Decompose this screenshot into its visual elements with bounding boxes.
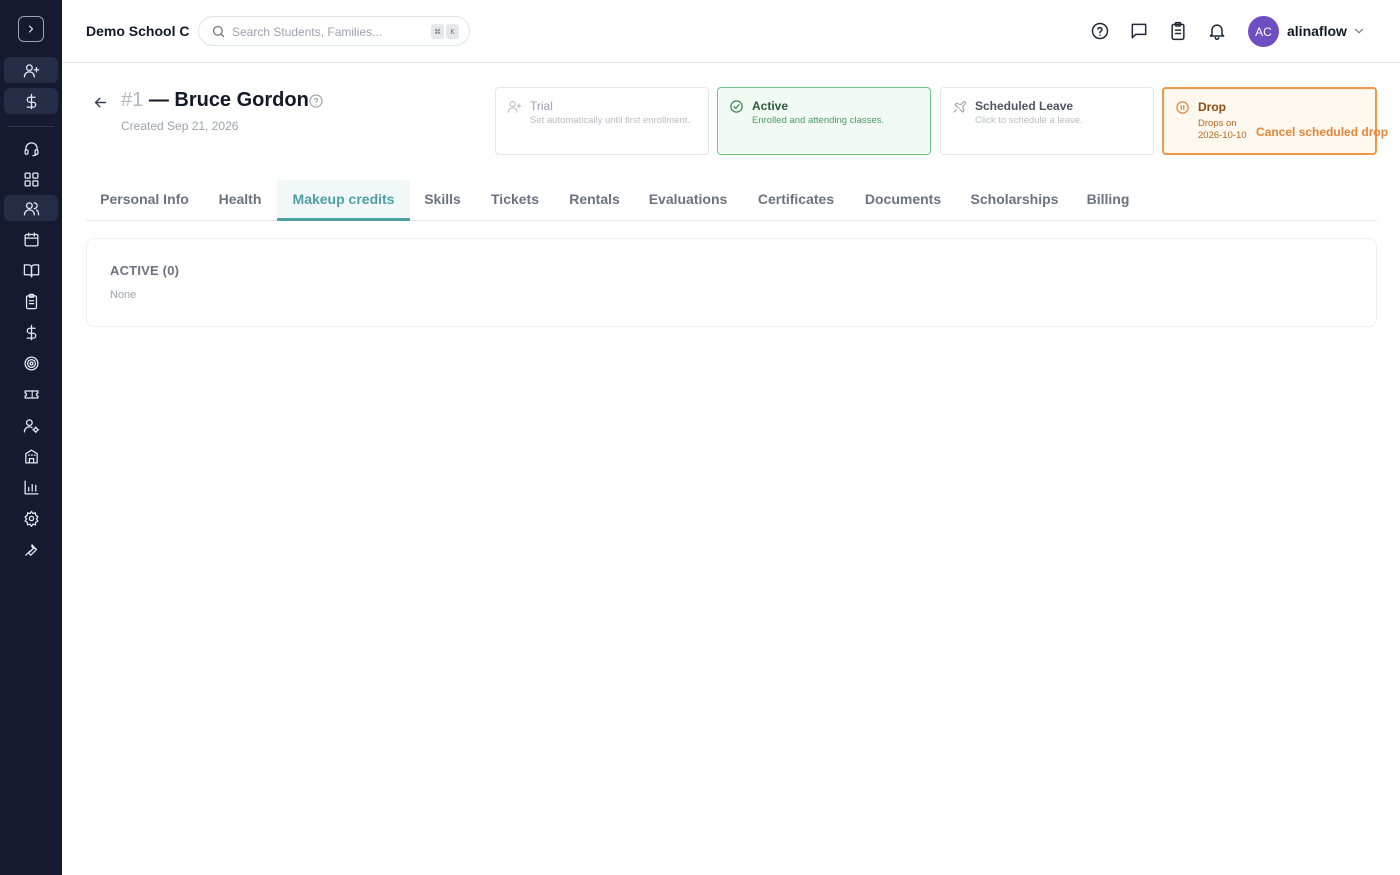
sidebar-item-tasks[interactable]: [4, 288, 58, 314]
sidebar-item-dashboard[interactable]: [4, 166, 58, 192]
sidebar-item-calendar[interactable]: [4, 226, 58, 252]
back-arrow-icon[interactable]: [92, 94, 109, 111]
gear-icon: [23, 510, 39, 527]
status-card-description: Click to schedule a leave.: [975, 115, 1083, 126]
dollar-icon: [26, 324, 36, 340]
sidebar-item-tickets[interactable]: [4, 381, 58, 407]
status-card-title: Drop: [1198, 100, 1226, 114]
messages-button[interactable]: [1129, 21, 1149, 41]
target-icon: [23, 355, 39, 371]
users-icon: [23, 201, 39, 216]
tab-evaluations[interactable]: Evaluations: [634, 180, 742, 221]
check-circle-icon: [730, 100, 743, 113]
sidebar-item-support[interactable]: [4, 135, 58, 161]
shortcut-key-cmd: ⌘: [431, 24, 444, 39]
wrench-icon: [24, 543, 37, 556]
ticket-icon: [23, 389, 39, 399]
chevron-down-icon[interactable]: [1352, 24, 1366, 38]
building-icon: [24, 448, 38, 464]
top-header: Demo School C ⌘ K AC alinaflow: [62, 0, 1400, 63]
sidebar-divider: [8, 126, 54, 127]
student-name: — Bruce Gordon: [148, 89, 309, 111]
search-box[interactable]: ⌘ K: [198, 16, 470, 46]
tab-tickets[interactable]: Tickets: [475, 180, 555, 221]
sidebar-item-tools[interactable]: [4, 536, 58, 562]
user-plus-icon: [23, 63, 39, 78]
tab-certificates[interactable]: Certificates: [742, 180, 850, 221]
search-icon: [212, 25, 225, 38]
sidebar-item-settings[interactable]: [4, 505, 58, 531]
status-card-drop[interactable]: Drop Drops on 2026-10-10 Cancel schedule…: [1162, 87, 1388, 155]
status-card-description: Set automatically until first enrollment…: [530, 115, 690, 126]
help-button[interactable]: [1090, 21, 1110, 41]
help-circle-icon[interactable]: [308, 93, 324, 109]
profile-tabs: Personal Info Health Makeup credits Skil…: [86, 180, 1377, 221]
dashboard-icon: [23, 171, 39, 187]
tab-health[interactable]: Health: [203, 180, 277, 221]
tab-billing[interactable]: Billing: [1073, 180, 1143, 221]
pause-circle-icon: [1176, 101, 1189, 114]
sidebar-item-billing[interactable]: [4, 319, 58, 345]
page-title: #1 — Bruce Gordon: [121, 89, 309, 112]
section-title: ACTIVE (0): [110, 263, 180, 278]
sidebar-item-classes[interactable]: [4, 257, 58, 283]
drop-date-text: Drops on 2026-10-10: [1198, 118, 1247, 141]
user-settings-icon: [23, 418, 39, 433]
created-date: Created Sep 21, 2026: [121, 119, 239, 133]
notifications-button[interactable]: [1207, 21, 1227, 41]
status-card-description: Enrolled and attending classes.: [752, 115, 885, 126]
tab-makeup-credits[interactable]: Makeup credits: [277, 180, 410, 221]
avatar[interactable]: AC: [1248, 16, 1279, 47]
sidebar-item-add-student[interactable]: [4, 57, 58, 83]
user-name[interactable]: alinaflow: [1287, 23, 1347, 39]
sidebar-toggle-button[interactable]: [18, 16, 44, 42]
sidebar-item-locations[interactable]: [4, 443, 58, 469]
tab-rentals[interactable]: Rentals: [555, 180, 634, 221]
calendar-icon: [23, 231, 39, 247]
student-number: #1: [121, 89, 144, 111]
sidebar-item-students[interactable]: [4, 195, 58, 221]
sidebar-item-goals[interactable]: [4, 350, 58, 376]
tab-scholarships[interactable]: Scholarships: [956, 180, 1073, 221]
dollar-icon: [26, 93, 36, 109]
status-card-trial[interactable]: Trial Set automatically until first enro…: [495, 87, 709, 155]
status-card-title: Trial: [530, 99, 553, 113]
tasks-button[interactable]: [1168, 21, 1188, 41]
sidebar-item-payment[interactable]: [4, 88, 58, 114]
tab-documents[interactable]: Documents: [850, 180, 956, 221]
tab-personal-info[interactable]: Personal Info: [86, 180, 203, 221]
plane-icon: [953, 101, 967, 113]
empty-state-text: None: [110, 289, 137, 301]
bar-chart-icon: [23, 479, 39, 495]
school-name[interactable]: Demo School C: [86, 23, 189, 39]
makeup-credits-panel: ACTIVE (0) None: [86, 238, 1377, 327]
help-icon: [1091, 22, 1109, 40]
sidebar-item-staff[interactable]: [4, 412, 58, 438]
tab-skills[interactable]: Skills: [410, 180, 475, 221]
message-icon: [1131, 23, 1147, 39]
bell-icon: [1209, 24, 1225, 41]
shortcut-key-k: K: [446, 24, 459, 39]
sidebar-item-reports[interactable]: [4, 474, 58, 500]
cancel-scheduled-drop-button[interactable]: Cancel scheduled drop: [1256, 125, 1388, 139]
sidebar: [0, 0, 62, 875]
status-card-title: Active: [752, 99, 789, 113]
clipboard-icon: [1171, 21, 1185, 41]
status-card-active[interactable]: Active Enrolled and attending classes.: [717, 87, 931, 155]
chevron-right-icon: [28, 25, 34, 33]
search-input[interactable]: [232, 22, 422, 42]
clipboard-icon: [25, 293, 37, 309]
book-icon: [23, 263, 39, 278]
status-card-title: Scheduled Leave: [975, 99, 1074, 113]
user-plus-icon: [507, 100, 522, 113]
status-card-scheduled-leave[interactable]: Scheduled Leave Click to schedule a leav…: [940, 87, 1154, 155]
headset-icon: [23, 141, 39, 156]
